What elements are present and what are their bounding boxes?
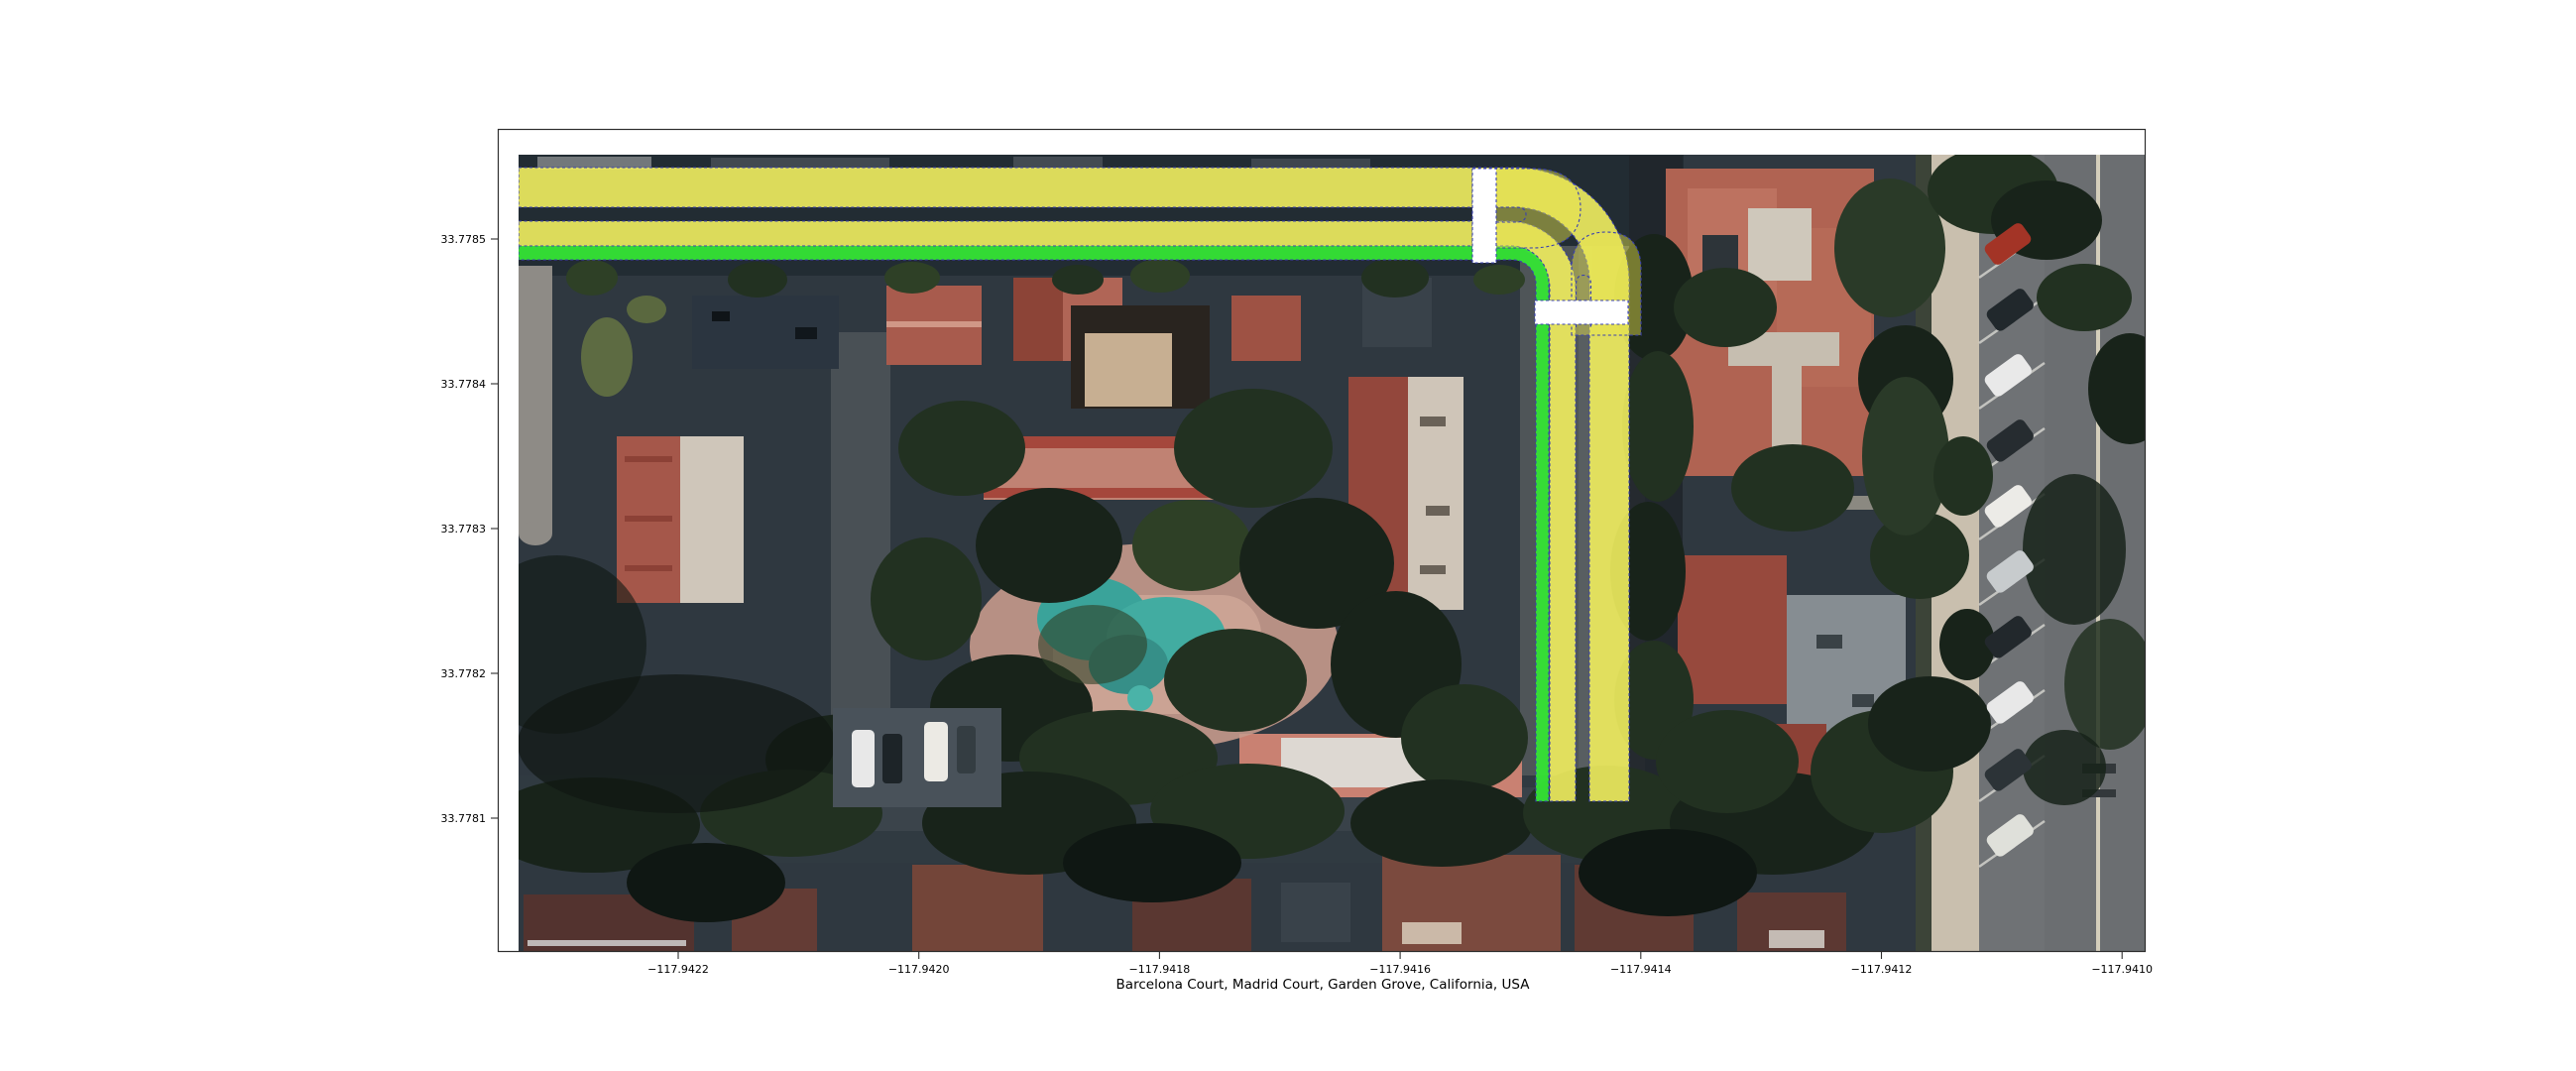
parked-car xyxy=(924,722,948,781)
aerial-imagery xyxy=(519,155,2146,951)
map-plot: 33.7785 33.7784 33.7783 33.7782 33.7781 … xyxy=(441,128,2153,993)
axes-area xyxy=(519,155,2146,951)
x-tick-label: −117.9422 xyxy=(647,963,709,976)
x-tick-label: −117.9410 xyxy=(2091,963,2153,976)
plot-title: Barcelona Court, Madrid Court, Garden Gr… xyxy=(1116,977,1531,993)
x-tick-label: −117.9412 xyxy=(1851,963,1913,976)
spa xyxy=(1127,685,1153,711)
crosswalk-vertical xyxy=(1471,168,1497,264)
x-tick-label: −117.9414 xyxy=(1610,963,1672,976)
y-tick-label: 33.7785 xyxy=(441,233,487,246)
y-tick-label: 33.7782 xyxy=(441,667,487,680)
y-tick-label: 33.7783 xyxy=(441,523,487,536)
x-tick-label: −117.9418 xyxy=(1129,963,1191,976)
crosswalk-horizontal xyxy=(1534,299,1629,325)
x-tick-label: −117.9420 xyxy=(888,963,950,976)
figure-canvas: 33.7785 33.7784 33.7783 33.7782 33.7781 … xyxy=(0,0,2576,1071)
x-tick-labels: −117.9422 −117.9420 −117.9418 −117.9416 … xyxy=(647,963,2153,976)
y-tick-label: 33.7781 xyxy=(441,812,487,825)
parked-car xyxy=(957,726,976,774)
y-tick-label: 33.7784 xyxy=(441,378,487,391)
parked-car xyxy=(852,730,875,787)
x-tick-label: −117.9416 xyxy=(1369,963,1431,976)
y-tick-labels: 33.7785 33.7784 33.7783 33.7782 33.7781 xyxy=(441,233,487,825)
parked-car xyxy=(882,734,902,783)
